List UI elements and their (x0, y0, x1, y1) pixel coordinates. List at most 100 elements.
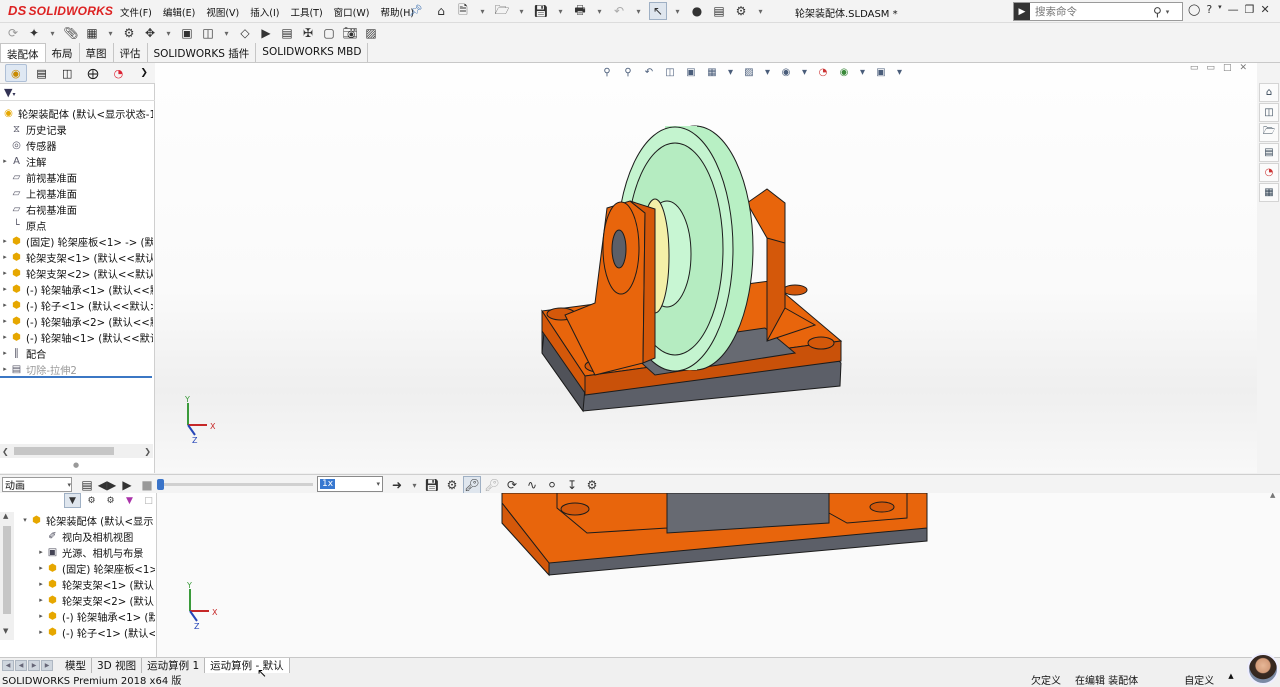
motion-study-properties-icon[interactable]: ⚙ (583, 476, 601, 494)
tree-item[interactable]: ▱ 前视基准面 (0, 169, 153, 185)
new-motion-study-icon[interactable]: ▶ (257, 24, 275, 42)
expand-arrow-icon[interactable]: ▸ (0, 365, 10, 373)
animation-wizard-icon[interactable]: ⚙ (443, 476, 461, 494)
view-palette-icon[interactable]: ▤ (1259, 143, 1279, 162)
calculate-icon[interactable]: ▤ (78, 476, 96, 494)
play-icon[interactable]: ▶ (118, 476, 136, 494)
tree-item[interactable]: ▱ 上视基准面 (0, 185, 153, 201)
chevron-down-icon[interactable]: ▾ (754, 2, 767, 20)
collapse-tree-icon[interactable]: □ (140, 493, 157, 508)
custom-properties-icon[interactable]: ▦ (1259, 183, 1279, 202)
motion-tree-item[interactable]: ▾ ⬢ 轮架装配体 (默认<显示 (0, 512, 155, 528)
chevron-down-icon[interactable]: ▾ (593, 2, 606, 20)
scroll-up-icon[interactable]: ▲ (1270, 493, 1275, 499)
motion-tree-item[interactable]: ✐ 视向及相机视图 (0, 528, 155, 544)
expand-arrow-icon[interactable]: ▸ (36, 564, 46, 572)
rollback-bar[interactable] (0, 376, 152, 378)
print-icon[interactable]: 🖶︎ (571, 2, 589, 20)
contact-icon[interactable]: ⚪ (543, 476, 561, 494)
menu-item[interactable]: 文件(F) (120, 5, 152, 19)
autokey-icon[interactable]: 🔑︎ (463, 476, 481, 494)
menu-item[interactable]: 窗口(W) (334, 5, 370, 19)
model-view-tab[interactable]: 模型 (60, 658, 92, 673)
close-icon[interactable]: ✕ (1261, 3, 1270, 16)
tree-item[interactable]: ▸ ⬢ (-) 轮架轴承<1> (默认<<默 (0, 281, 153, 297)
filter-animated-icon[interactable]: ▼ (64, 493, 81, 508)
graphics-area[interactable]: ⚲ ⚲ ↶ ◫ ▣ ▦ ▾ ▨ ▾ ◉ ▾ ◔ ◉ ▾ ▣ ▾ ▭ ▭ □ ✕ (155, 63, 1257, 473)
chevron-down-icon[interactable]: ▾ (162, 24, 175, 42)
large-assembly-icon[interactable]: ▨ (362, 24, 380, 42)
command-tab[interactable]: 布局 (46, 43, 80, 62)
expand-arrow-icon[interactable]: ▸ (36, 612, 46, 620)
menu-item[interactable]: 工具(T) (290, 5, 322, 19)
move-component-icon[interactable]: ✥ (141, 24, 159, 42)
chevron-down-icon[interactable]: ▾ (46, 24, 59, 42)
chevron-down-icon[interactable]: ▾ (515, 2, 528, 20)
gravity-icon[interactable]: ↧ (563, 476, 581, 494)
tree-item[interactable]: ▸ ⬢ (-) 轮架轴承<2> (默认<<默 (0, 313, 153, 329)
expand-arrow-icon[interactable]: ▸ (0, 349, 10, 357)
chevron-down-icon[interactable]: ▾ (476, 2, 489, 20)
user-icon[interactable]: ◯ (1188, 3, 1200, 16)
tree-root[interactable]: ◉ 轮架装配体 (默认<显示状态-1 (0, 105, 153, 121)
last-tab-icon[interactable]: ▶ (41, 660, 53, 671)
playback-slider[interactable] (157, 479, 313, 490)
pin-icon[interactable]: 📌︎ (409, 4, 423, 17)
exploded-view-icon[interactable]: ✠ (299, 24, 317, 42)
command-tab[interactable]: SOLIDWORKS MBD (256, 43, 369, 62)
tree-item[interactable]: ▸ ⬢ (-) 轮架轴<1> (默认<<默认 (0, 329, 153, 345)
expand-arrow-icon[interactable]: ▸ (36, 580, 46, 588)
tree-item[interactable]: ▸ ⬢ (-) 轮子<1> (默认<<默认> (0, 297, 153, 313)
tree-item[interactable]: ◎ 传感器 (0, 137, 153, 153)
chevron-down-icon[interactable]: ▾ (104, 24, 117, 42)
chevron-down-icon[interactable]: ▾ (1218, 3, 1222, 16)
display-manager-tab-icon[interactable]: ◔ (108, 64, 130, 82)
chevron-down-icon[interactable]: ▾ (632, 2, 645, 20)
options-gear-icon[interactable]: ⚙ (732, 2, 750, 20)
home-icon[interactable]: ⌂ (432, 2, 450, 20)
chevron-down-icon[interactable]: ▾ (671, 2, 684, 20)
motion-tree-item[interactable]: ▸ ⬢ 轮架支架<2> (默认< (0, 592, 155, 608)
search-icon[interactable]: ⚲ (1153, 5, 1162, 19)
open-folder-icon[interactable]: 🗁︎ (493, 2, 511, 20)
feature-tree-tab-icon[interactable]: ◉ (5, 64, 27, 82)
tree-item[interactable]: ▸ ⬢ 轮架支架<2> (默认<<默认 (0, 265, 153, 281)
expand-arrow-icon[interactable]: ▸ (0, 333, 10, 341)
menu-item[interactable]: 编辑(E) (163, 5, 195, 19)
tree-item[interactable]: ▸ A 注解 (0, 153, 153, 169)
motion-tree-item[interactable]: ▸ ▣ 光源、相机与布景 (0, 544, 155, 560)
solidworks-resources-icon[interactable]: ⌂ (1259, 83, 1279, 102)
scroll-right-icon[interactable]: ❯ (144, 447, 151, 456)
motion-tree-item[interactable]: ▸ ⬢ (-) 轮架轴承<1> (默 (0, 608, 155, 624)
chevron-down-icon[interactable]: ▾ (554, 2, 567, 20)
expand-arrow-icon[interactable]: ▸ (0, 301, 10, 309)
expand-arrow-icon[interactable]: ▸ (36, 596, 46, 604)
tree-item[interactable]: └ 原点 (0, 217, 153, 233)
prev-tab-icon[interactable]: ◀ (15, 660, 27, 671)
minimize-icon[interactable]: — (1228, 3, 1239, 16)
configuration-manager-tab-icon[interactable]: ◫ (56, 64, 78, 82)
chevron-right-icon[interactable]: ❯ (133, 64, 155, 82)
add-key-icon[interactable]: 🔑︎ (483, 476, 501, 494)
expand-arrow-icon[interactable]: ▸ (0, 269, 10, 277)
filter-selected-icon[interactable]: ⚙ (102, 493, 119, 508)
spring-icon[interactable]: ∿ (523, 476, 541, 494)
help-icon[interactable]: ? (1206, 3, 1212, 16)
bill-of-materials-icon[interactable]: ▤ (278, 24, 296, 42)
model-view-tab[interactable]: 3D 视图 (92, 658, 143, 673)
next-tab-icon[interactable]: ▶ (28, 660, 40, 671)
mounting-hole[interactable] (782, 284, 808, 296)
tree-item[interactable]: ▸ ∥ 配合 (0, 345, 153, 361)
assembly-model-render[interactable]: Y X Z (155, 63, 1257, 473)
motion-timeline-area[interactable]: Y X Z ▲ (157, 493, 1280, 657)
file-explorer-icon[interactable]: 🗁︎ (1259, 123, 1279, 142)
traffic-light-icon[interactable]: ● (688, 2, 706, 20)
save-icon[interactable]: 💾︎ (532, 2, 550, 20)
assembly-features-icon[interactable]: ◫ (199, 24, 217, 42)
mounting-hole[interactable] (807, 336, 835, 350)
playback-slider-knob[interactable] (157, 479, 164, 490)
expand-arrow-icon[interactable]: ▾ (20, 516, 30, 524)
tree-item[interactable]: ▸ ▤ 切除-拉伸2 (0, 361, 153, 377)
motion-tree-item[interactable]: ▸ ⬢ (固定) 轮架座板<1> (0, 560, 155, 576)
snapshot-icon[interactable]: 📷︎ (341, 24, 359, 42)
